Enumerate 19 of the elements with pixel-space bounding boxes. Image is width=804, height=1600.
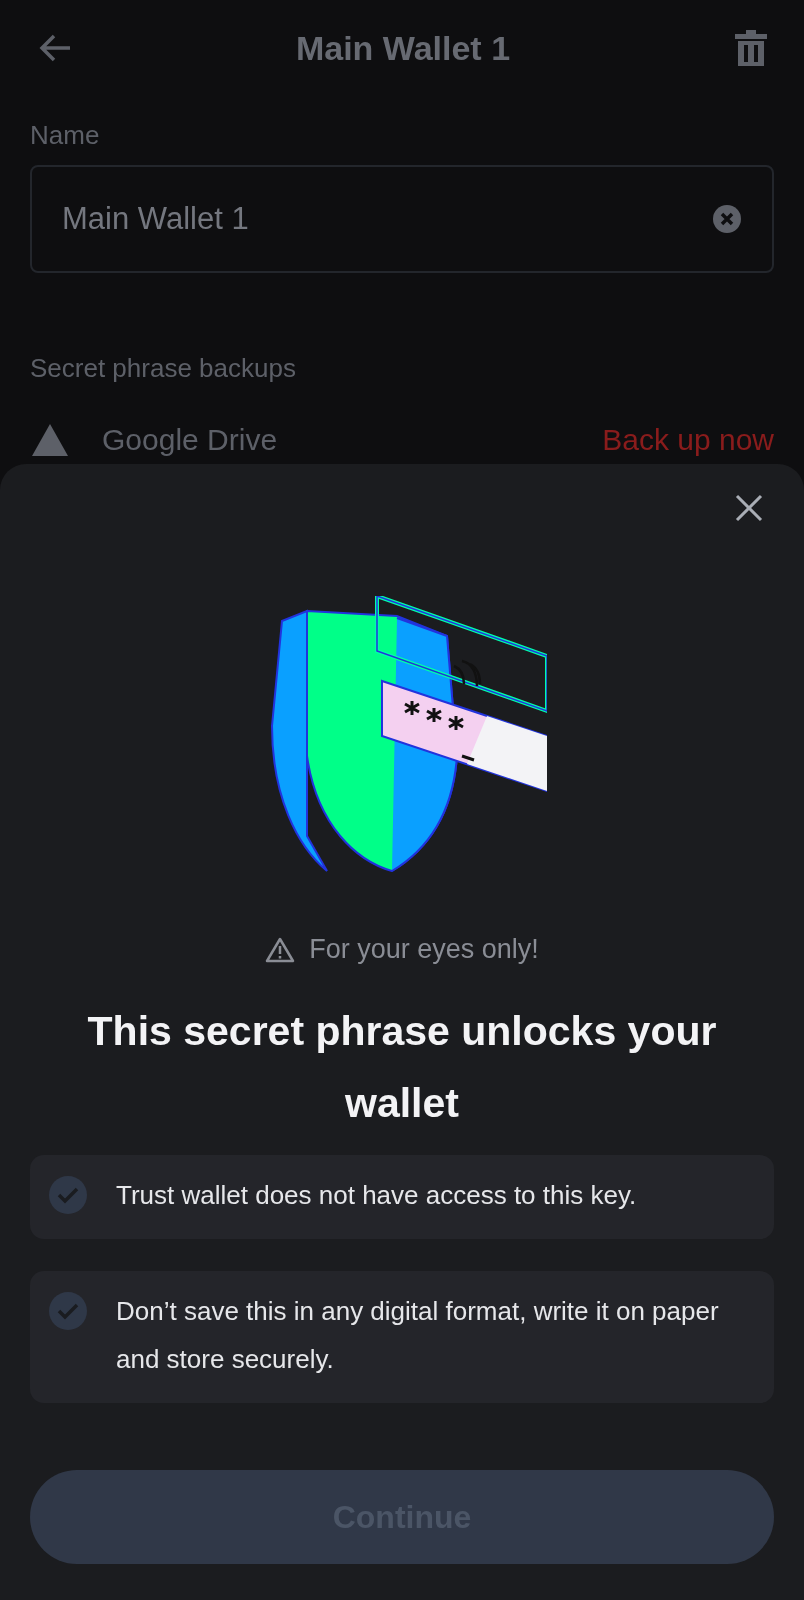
acknowledgement-text: Don’t save this in any digital format, write it on paper and store securely. [116, 1295, 720, 1376]
checkbox-icon[interactable] [48, 1175, 88, 1215]
warning-text: For your eyes only! [309, 934, 539, 965]
name-label: Name [30, 120, 101, 151]
sheet-title: This secret phrase unlocks your wallet [86, 1007, 718, 1128]
checkbox-icon[interactable] [48, 1291, 88, 1331]
section-heading: Secret phrase backups [30, 353, 297, 384]
page-title: Main Wallet 1 [295, 28, 511, 68]
acknowledgement-text: Trust wallet does not have access to this key. [116, 1179, 637, 1212]
acknowledgement-card[interactable]: Trust wallet does not have access to this key. [30, 1155, 774, 1239]
back-arrow-icon[interactable] [38, 33, 72, 63]
backup-name: Google Drive [102, 423, 279, 457]
drive-icon [30, 422, 70, 458]
name-field[interactable]: Main Wallet 1 [30, 165, 774, 273]
acknowledgement-card[interactable]: Don’t save this in any digital format, write it on paper and store securely. [30, 1271, 774, 1403]
trash-icon[interactable] [734, 29, 768, 67]
clear-icon[interactable] [712, 204, 742, 234]
warning-icon [265, 936, 296, 963]
close-icon[interactable] [734, 493, 764, 523]
